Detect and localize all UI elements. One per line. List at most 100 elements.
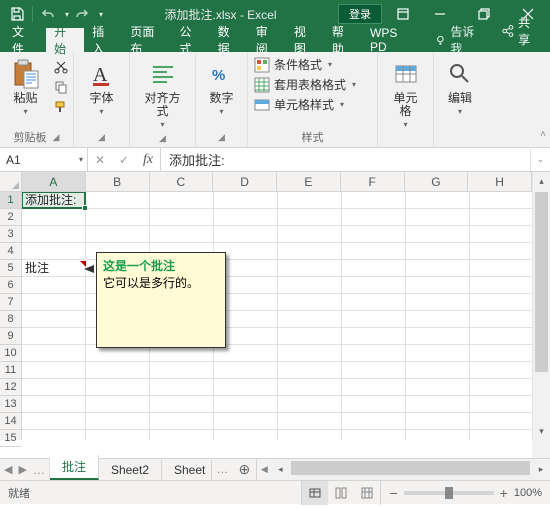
scroll-right-icon[interactable]: ▸ [532,459,550,480]
tab-insert[interactable]: 插入 [84,28,122,52]
qat-customize-icon[interactable]: ▾ [95,10,103,19]
expand-formula-bar-icon[interactable]: ⌄ [530,148,550,171]
row-header-15[interactable]: 15 [0,430,21,447]
zoom-in-icon[interactable]: + [500,485,508,501]
scroll-left-icon[interactable]: ◂ [271,459,289,480]
sheet-nav-next-icon[interactable]: ▶ [18,463,26,476]
tab-formulas[interactable]: 公式 [171,28,209,52]
zoom-slider[interactable] [404,491,494,495]
sheet-tab-2[interactable]: Sheet2 [99,460,162,480]
column-header-B[interactable]: B [86,172,150,191]
row-header-11[interactable]: 11 [0,362,21,379]
name-box[interactable]: A1▾ [0,148,88,171]
row-header-5[interactable]: 5 [0,260,21,277]
row-header-10[interactable]: 10 [0,345,21,362]
zoom-control[interactable]: − + 100% [381,485,550,501]
cut-icon[interactable] [52,58,70,76]
row-header-8[interactable]: 8 [0,311,21,328]
collapse-ribbon-icon[interactable]: ˄ [540,129,546,140]
sheet-tab-3[interactable]: Sheet [162,460,212,480]
dialog-launcher-icon[interactable]: ◢ [159,133,166,144]
cancel-edit-icon[interactable]: ✕ [88,153,112,167]
row-header-7[interactable]: 7 [0,294,21,311]
page-break-view-icon[interactable] [354,481,380,505]
save-icon[interactable] [6,3,28,25]
new-sheet-button[interactable]: ⊕ [232,459,256,480]
undo-dropdown-icon[interactable]: ▾ [61,10,69,19]
row-header-4[interactable]: 4 [0,243,21,260]
table-format-button[interactable]: 套用表格格式▾ [254,76,371,93]
tab-review[interactable]: 审阅 [248,28,286,52]
tab-data[interactable]: 数据 [210,28,248,52]
column-header-C[interactable]: C [150,172,214,191]
hscrollbar-thumb[interactable] [291,461,530,475]
tell-me-search[interactable]: 告诉我 [426,28,492,52]
column-header-G[interactable]: G [405,172,469,191]
row-header-6[interactable]: 6 [0,277,21,294]
editing-group-button[interactable]: 编辑 ▾ [438,56,482,118]
sheet-nav-last-icon[interactable]: … [33,463,45,477]
cells-group-button[interactable]: 单元格 ▾ [384,56,428,131]
chevron-down-icon[interactable]: ▾ [79,155,83,164]
insert-function-icon[interactable]: fx [136,152,160,168]
dialog-launcher-icon[interactable]: ◢ [218,132,225,143]
row-header-1[interactable]: 1 [0,192,21,209]
column-headers[interactable]: ABCDEFGH [22,172,532,192]
undo-icon[interactable] [37,3,59,25]
font-group-button[interactable]: A 字体 ▾ [80,56,124,118]
row-header-12[interactable]: 12 [0,379,21,396]
formula-input[interactable]: 添加批注: [161,148,530,171]
select-all-corner[interactable] [0,172,22,192]
ribbon-options-icon[interactable] [388,0,418,28]
zoom-out-icon[interactable]: − [389,485,397,501]
sheet-nav-prev-icon[interactable]: ◀ [4,463,12,476]
worksheet-grid[interactable]: ABCDEFGH 123456789101112131415 添加批注: 批注 … [0,172,550,458]
login-button[interactable]: 登录 [338,4,382,24]
column-header-A[interactable]: A [22,172,86,191]
column-header-H[interactable]: H [468,172,532,191]
row-header-13[interactable]: 13 [0,396,21,413]
normal-view-icon[interactable] [302,481,328,505]
format-painter-icon[interactable] [52,98,70,116]
scroll-down-icon[interactable]: ▾ [533,422,550,440]
sheet-nav-more-icon[interactable]: … [212,459,232,480]
tab-wps[interactable]: WPS PD [362,28,422,52]
zoom-knob[interactable] [445,487,453,499]
sheet-collapse-icon[interactable]: ◀ [257,459,271,480]
tab-home[interactable]: 开始 [46,28,84,52]
tab-help[interactable]: 帮助 [324,28,362,52]
sheet-tab-active[interactable]: 批注 [50,455,99,480]
cell-style-icon [254,97,270,113]
share-button[interactable]: 共享 [491,10,550,52]
zoom-level[interactable]: 100% [514,487,542,499]
scroll-up-icon[interactable]: ▴ [533,172,550,190]
tab-view[interactable]: 视图 [286,28,324,52]
confirm-edit-icon[interactable]: ✓ [112,153,136,167]
paste-button[interactable]: 粘贴 ▾ [4,56,48,118]
copy-icon[interactable] [52,78,70,96]
row-header-14[interactable]: 14 [0,413,21,430]
scrollbar-thumb[interactable] [535,192,548,372]
vertical-scrollbar[interactable]: ▴ ▾ [532,172,550,440]
cell-A5[interactable]: 批注 [22,260,84,277]
conditional-format-button[interactable]: 条件格式▾ [254,56,371,73]
row-header-3[interactable]: 3 [0,226,21,243]
column-header-F[interactable]: F [341,172,405,191]
dialog-launcher-icon[interactable]: ◢ [53,132,60,143]
cell-style-button[interactable]: 单元格样式▾ [254,96,371,113]
page-layout-view-icon[interactable] [328,481,354,505]
dialog-launcher-icon[interactable]: ◢ [98,132,105,143]
chevron-down-icon: ▾ [160,120,164,129]
row-headers[interactable]: 123456789101112131415 [0,192,22,440]
fill-handle[interactable] [82,205,88,211]
alignment-group-button[interactable]: 对齐方式 ▾ [136,56,189,131]
column-header-D[interactable]: D [213,172,277,191]
row-header-2[interactable]: 2 [0,209,21,226]
redo-icon[interactable] [71,3,93,25]
tab-file[interactable]: 文件 [0,28,46,52]
row-header-9[interactable]: 9 [0,328,21,345]
tab-page-layout[interactable]: 页面布 [122,28,171,52]
comment-author: 这是一个批注 [103,257,219,274]
number-group-button[interactable]: % 数字 ▾ [200,56,244,118]
column-header-E[interactable]: E [277,172,341,191]
